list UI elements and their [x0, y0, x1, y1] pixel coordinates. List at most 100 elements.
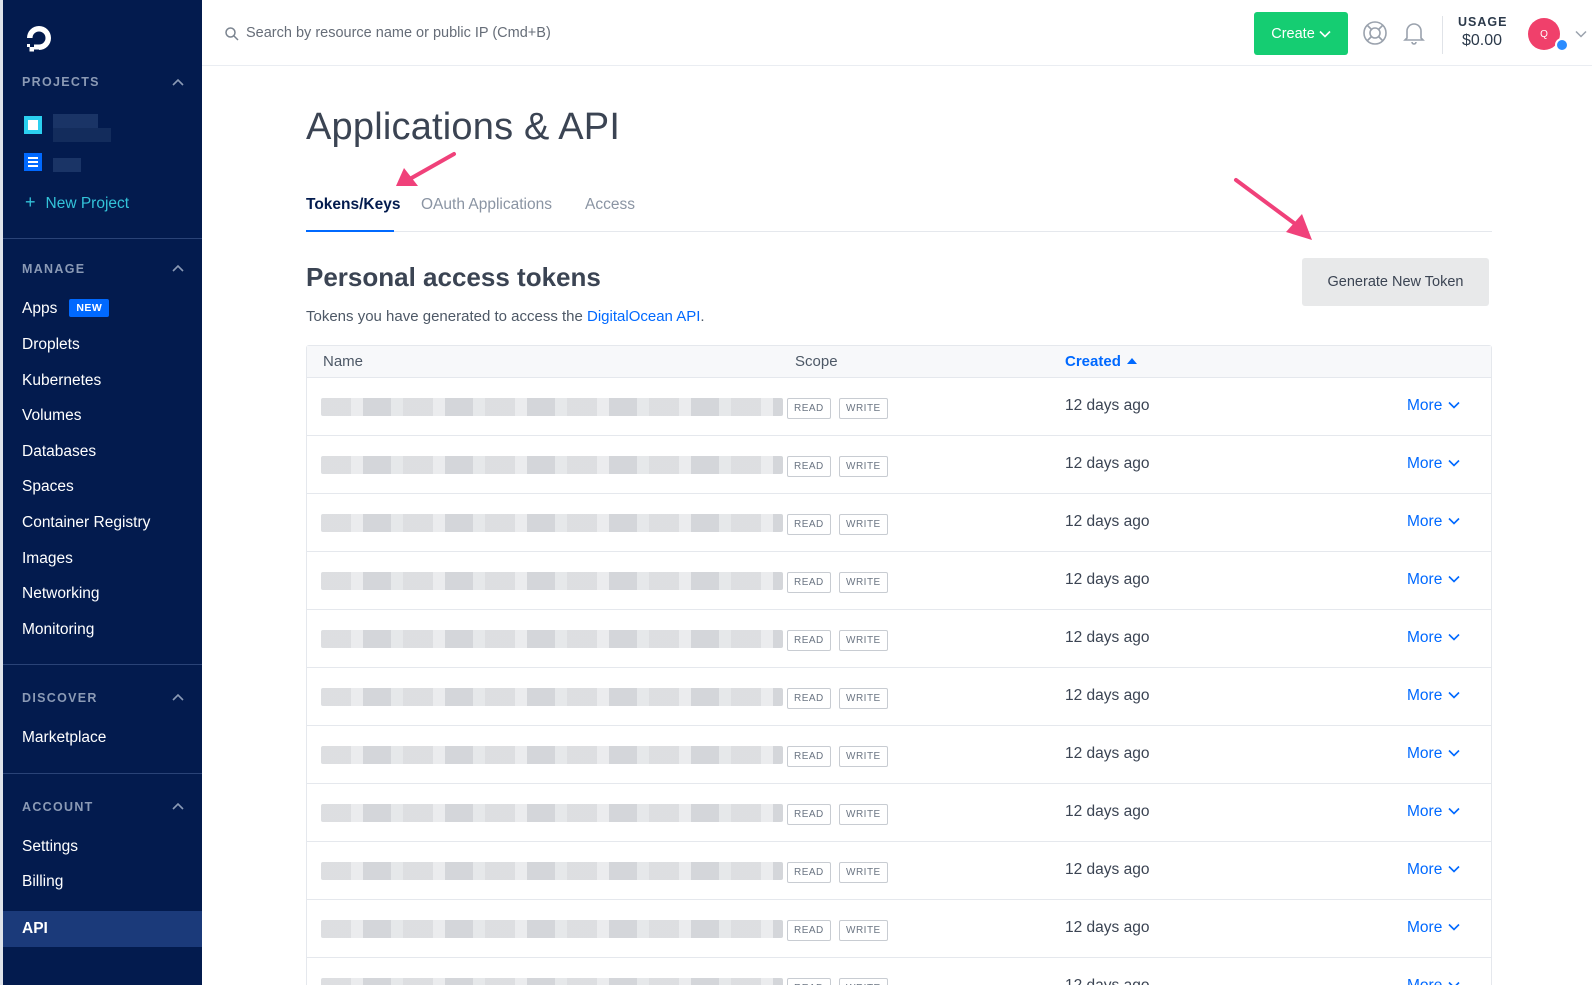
chevron-down-icon [1448, 923, 1460, 931]
more-label: More [1407, 397, 1443, 414]
more-actions-dropdown[interactable]: More [1407, 513, 1460, 531]
sidebar-item-monitoring[interactable]: Monitoring [22, 621, 94, 639]
more-actions-dropdown[interactable]: More [1407, 977, 1460, 985]
chevron-down-icon [1448, 517, 1460, 525]
sidebar-item-label: Apps [22, 300, 58, 317]
table-row: READ WRITE 12 days ago More [307, 610, 1491, 668]
chevron-up-icon[interactable] [171, 263, 185, 273]
tab-access[interactable]: Access [585, 196, 635, 214]
usage-value[interactable]: $0.00 [1462, 32, 1502, 50]
project-document-icon[interactable] [23, 152, 43, 172]
token-name-redacted [321, 978, 783, 985]
more-actions-dropdown[interactable]: More [1407, 629, 1460, 647]
more-label: More [1407, 977, 1442, 985]
chevron-up-icon[interactable] [171, 692, 185, 702]
project-cube-icon[interactable] [23, 115, 43, 135]
token-created-date: 12 days ago [1065, 861, 1150, 878]
sidebar-item-settings[interactable]: Settings [22, 838, 78, 856]
token-name-redacted [321, 398, 783, 416]
usage-label: USAGE [1458, 15, 1508, 29]
sidebar-item-kubernetes[interactable]: Kubernetes [22, 372, 101, 390]
sidebar-item-images[interactable]: Images [22, 550, 73, 568]
annotation-arrow-icon [396, 152, 456, 186]
scope-write-badge: WRITE [839, 978, 888, 985]
more-label: More [1407, 455, 1443, 472]
table-row: READ WRITE 12 days ago More [307, 958, 1491, 985]
more-actions-dropdown[interactable]: More [1407, 571, 1460, 589]
more-actions-dropdown[interactable]: More [1407, 861, 1460, 879]
scope-write-badge: WRITE [839, 862, 888, 883]
scope-write-badge: WRITE [839, 630, 888, 651]
token-created-date: 12 days ago [1065, 455, 1150, 472]
active-tab-indicator [306, 230, 394, 232]
scope-read-badge: READ [787, 456, 831, 477]
sidebar-item-container-registry[interactable]: Container Registry [22, 514, 150, 532]
chevron-up-icon[interactable] [171, 801, 185, 811]
new-project-link[interactable]: + New Project [25, 192, 129, 213]
project-name-redacted[interactable] [53, 158, 81, 172]
more-label: More [1407, 745, 1443, 762]
token-name-redacted [321, 630, 783, 648]
token-name-redacted [321, 572, 783, 590]
sidebar-item-billing[interactable]: Billing [22, 873, 63, 891]
new-badge: NEW [69, 299, 110, 317]
chevron-up-icon[interactable] [171, 77, 185, 87]
project-name-redacted[interactable] [53, 114, 98, 128]
token-name-redacted [321, 804, 783, 822]
scope-read-badge: READ [787, 572, 831, 593]
top-bar: Create USAGE $0.00 Q [202, 0, 1592, 66]
scope-read-badge: READ [787, 514, 831, 535]
new-project-label: New Project [45, 195, 130, 212]
column-header-created[interactable]: Created [1065, 353, 1137, 370]
column-header-name: Name [323, 353, 364, 370]
sidebar-divider [3, 664, 202, 665]
table-row: READ WRITE 12 days ago More [307, 784, 1491, 842]
sidebar-item-spaces[interactable]: Spaces [22, 478, 74, 496]
digitalocean-logo-icon[interactable] [23, 22, 55, 54]
more-actions-dropdown[interactable]: More [1407, 397, 1460, 415]
column-header-scope: Scope [795, 353, 838, 370]
chevron-down-icon [1448, 691, 1460, 699]
create-button[interactable]: Create [1254, 12, 1348, 55]
more-actions-dropdown[interactable]: More [1407, 455, 1460, 473]
search-input[interactable] [246, 20, 806, 46]
chevron-down-icon[interactable] [1575, 30, 1587, 38]
scope-write-badge: WRITE [839, 456, 888, 477]
sidebar-item-droplets[interactable]: Droplets [22, 336, 80, 354]
token-created-date: 12 days ago [1065, 977, 1149, 985]
notification-bell-icon[interactable] [1402, 20, 1426, 46]
token-created-date: 12 days ago [1065, 687, 1150, 704]
sidebar-item-networking[interactable]: Networking [22, 585, 100, 603]
chevron-down-icon [1448, 807, 1460, 815]
sidebar-item-databases[interactable]: Databases [22, 443, 96, 461]
sidebar-item-api[interactable]: API [22, 920, 48, 938]
topbar-divider [1442, 16, 1443, 54]
more-label: More [1407, 803, 1443, 820]
chevron-down-icon [1448, 633, 1460, 641]
digitalocean-api-link[interactable]: DigitalOcean API [587, 308, 700, 325]
table-row: READ WRITE 12 days ago More [307, 726, 1491, 784]
tab-oauth-applications[interactable]: OAuth Applications [421, 196, 552, 214]
scope-read-badge: READ [787, 804, 831, 825]
sidebar-item-marketplace[interactable]: Marketplace [22, 729, 106, 747]
more-actions-dropdown[interactable]: More [1407, 803, 1460, 821]
more-label: More [1407, 919, 1443, 936]
description-suffix: . [700, 308, 705, 325]
sidebar-item-volumes[interactable]: Volumes [22, 407, 81, 425]
tab-tokens-keys[interactable]: Tokens/Keys [306, 196, 400, 214]
table-row: READ WRITE 12 days ago More [307, 378, 1491, 436]
sidebar-item-apps[interactable]: Apps NEW [22, 299, 110, 318]
more-label: More [1407, 687, 1443, 704]
more-actions-dropdown[interactable]: More [1407, 687, 1460, 705]
project-name-redacted[interactable] [53, 128, 111, 142]
token-created-date: 12 days ago [1065, 513, 1150, 530]
section-description: Tokens you have generated to access the … [306, 308, 705, 325]
help-lifebuoy-icon[interactable] [1362, 20, 1388, 46]
generate-new-token-button[interactable]: Generate New Token [1302, 258, 1489, 306]
more-actions-dropdown[interactable]: More [1407, 919, 1460, 937]
section-title: Personal access tokens [306, 262, 601, 292]
chevron-down-icon [1448, 401, 1460, 409]
plus-icon: + [25, 192, 36, 212]
more-actions-dropdown[interactable]: More [1407, 745, 1460, 763]
token-name-redacted [321, 862, 783, 880]
